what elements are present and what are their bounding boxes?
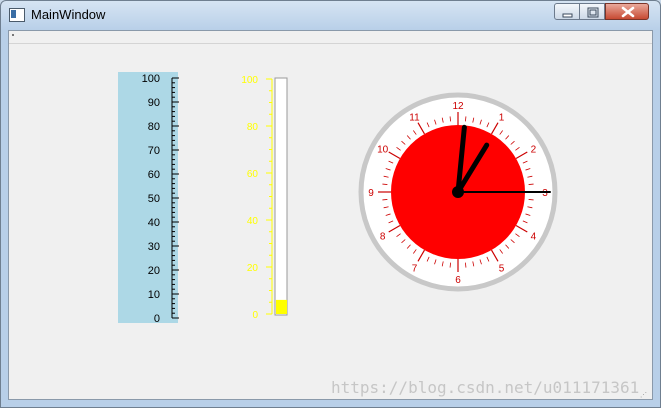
level-gauge-tick-label: 0 (252, 310, 258, 321)
widgets-canvas: 1009080706050403020100 100806040200 1212… (118, 72, 558, 325)
clock-number: 6 (455, 275, 461, 286)
thermometer-tick-label: 60 (148, 169, 160, 181)
clock-minute-tick (449, 116, 451, 122)
thermometer-tick-label: 90 (148, 97, 160, 109)
level-gauge-tick-label: 60 (247, 169, 259, 180)
clock-number: 10 (377, 145, 389, 156)
clock-number: 5 (499, 263, 505, 274)
size-grip[interactable]: ⋰ (640, 392, 650, 400)
clock-number: 12 (452, 101, 464, 112)
clock-minute-tick (528, 199, 534, 201)
clock-minute-tick (528, 183, 534, 185)
level-gauge-tick-label: 100 (241, 75, 258, 86)
clock-number: 4 (531, 232, 537, 243)
level-gauge-fill (276, 299, 287, 314)
clock-minute-tick (449, 262, 451, 268)
thermometer-tick-label: 10 (148, 289, 160, 301)
watermark-text: https://blog.csdn.net/u011171361 (331, 378, 640, 397)
level-gauge-widget[interactable]: 100 80 60 40 20 0 (241, 75, 288, 321)
clock-number: 9 (368, 188, 374, 199)
clock-number: 7 (412, 263, 418, 274)
clock-minute-tick (465, 262, 467, 268)
thermometer-tick-label: 20 (148, 265, 160, 277)
thermometer-widget[interactable]: 1009080706050403020100 (118, 72, 179, 325)
level-gauge-track (274, 77, 288, 316)
analog-clock-widget: 121234567891011 (358, 92, 558, 292)
thermometer-tick-label: 70 (148, 145, 160, 157)
clock-minute-tick (465, 116, 467, 122)
clock-number: 1 (499, 113, 505, 124)
level-gauge-tick-label: 80 (247, 122, 259, 133)
thermometer-tick-label: 50 (148, 193, 160, 205)
thermometer-tick-label: 100 (142, 73, 160, 85)
clock-number: 3 (542, 188, 548, 199)
clock-minute-tick (382, 199, 388, 201)
thermometer-tick-label: 40 (148, 217, 160, 229)
clock-number: 11 (409, 113, 420, 124)
clock-minute-tick (382, 183, 388, 185)
thermometer-tick-label: 80 (148, 121, 160, 133)
clock-number: 8 (380, 232, 386, 243)
level-gauge-tick-label: 20 (247, 263, 259, 274)
clock-center-cap (452, 186, 464, 198)
clock-number: 2 (531, 145, 537, 156)
thermometer-tick-label: 0 (154, 313, 160, 325)
level-gauge-tick-label: 40 (247, 216, 259, 227)
thermometer-tick-label: 30 (148, 241, 160, 253)
